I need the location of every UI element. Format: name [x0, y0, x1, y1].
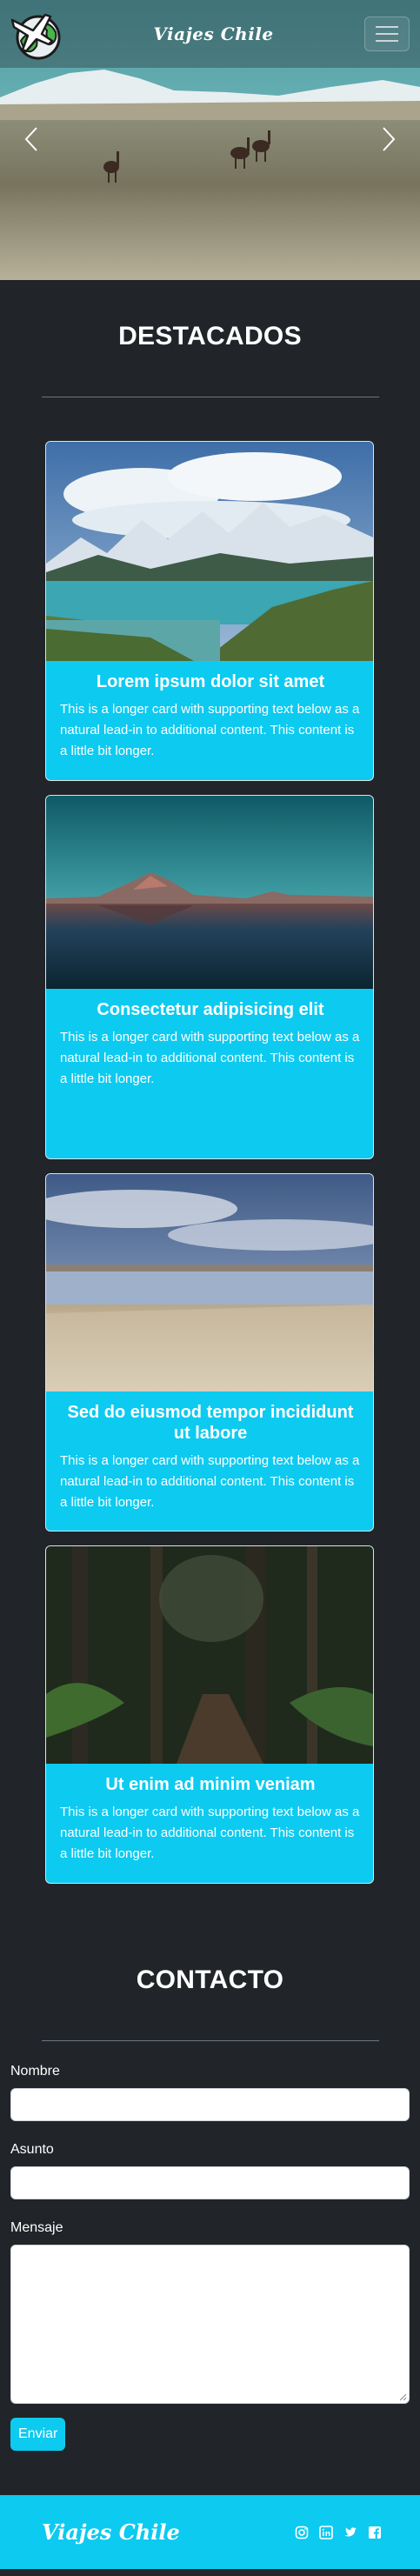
navbar: Viajes Chile — [0, 0, 420, 68]
menu-toggle-button[interactable] — [363, 17, 410, 51]
twitter-icon[interactable] — [343, 2526, 357, 2539]
card-image-salt-flat — [46, 1174, 373, 1391]
carousel-next-button[interactable] — [371, 117, 406, 162]
card-image-volcano-lake — [46, 796, 373, 989]
carousel-prev-button[interactable] — [14, 117, 49, 162]
card-title: Sed do eiusmod tempor incididunt ut labo… — [67, 1403, 354, 1443]
instagram-icon[interactable] — [295, 2526, 309, 2539]
card-title: Ut enim ad minim veniam — [105, 1775, 316, 1794]
card-text: This is a longer card with supporting te… — [60, 1805, 360, 1861]
hamburger-menu-icon — [375, 26, 398, 28]
card-text: This is a longer card with supporting te… — [60, 1030, 360, 1086]
destination-card[interactable]: Lorem ipsum dolor sit amet This is a lon… — [45, 441, 374, 781]
chevron-left-icon — [24, 127, 37, 151]
hamburger-menu-line — [375, 33, 398, 35]
hamburger-menu-line — [375, 40, 398, 42]
resize-handle-icon[interactable] — [398, 2392, 407, 2401]
contact-form: Nombre Asunto Mensaje Enviar — [0, 2064, 420, 2451]
featured-title: DESTACADOS — [118, 322, 302, 350]
logo-link[interactable] — [7, 6, 63, 62]
destination-card[interactable]: Consectetur adipisicing elit This is a l… — [45, 795, 374, 1159]
contact-section: CONTACTO Nombre Asunto Mensaje Enviar — [0, 1965, 420, 2451]
subject-input[interactable] — [10, 2166, 410, 2199]
facebook-icon[interactable] — [368, 2526, 382, 2539]
brand-name[interactable]: Viajes Chile — [153, 23, 273, 44]
name-label: Nombre — [10, 2064, 60, 2079]
chevron-right-icon — [383, 127, 396, 151]
card-body: Ut enim ad minim veniam This is a longer… — [46, 1764, 373, 1865]
footer-brand[interactable]: Viajes Chile — [42, 2519, 180, 2545]
name-input[interactable] — [10, 2088, 410, 2121]
card-title: Consectetur adipisicing elit — [97, 1000, 324, 1019]
contact-title: CONTACTO — [136, 1965, 284, 1994]
featured-section: DESTACADOS Lorem ipsum dolor sit amet Th… — [0, 322, 420, 1884]
message-label: Mensaje — [10, 2220, 63, 2235]
footer: Viajes Chile — [0, 2495, 420, 2569]
card-title: Lorem ipsum dolor sit amet — [96, 672, 325, 691]
social-links — [295, 2525, 382, 2539]
card-body: Sed do eiusmod tempor incididunt ut labo… — [46, 1391, 373, 1513]
contact-divider — [41, 2040, 379, 2041]
card-text: This is a longer card with supporting te… — [60, 702, 360, 758]
subject-label: Asunto — [10, 2142, 54, 2157]
card-body: Consectetur adipisicing elit This is a l… — [46, 989, 373, 1090]
destination-card[interactable]: Sed do eiusmod tempor incididunt ut labo… — [45, 1173, 374, 1532]
linkedin-icon[interactable] — [319, 2525, 333, 2539]
card-body: Lorem ipsum dolor sit amet This is a lon… — [46, 661, 373, 762]
message-textarea[interactable] — [10, 2245, 410, 2404]
submit-button[interactable]: Enviar — [10, 2418, 66, 2451]
card-image-forest-trail — [46, 1546, 373, 1764]
card-text: This is a longer card with supporting te… — [60, 1453, 360, 1510]
destination-card[interactable]: Ut enim ad minim veniam This is a longer… — [45, 1545, 374, 1884]
card-image-torres-del-paine — [46, 442, 373, 661]
plane-globe-logo-icon — [10, 13, 61, 60]
